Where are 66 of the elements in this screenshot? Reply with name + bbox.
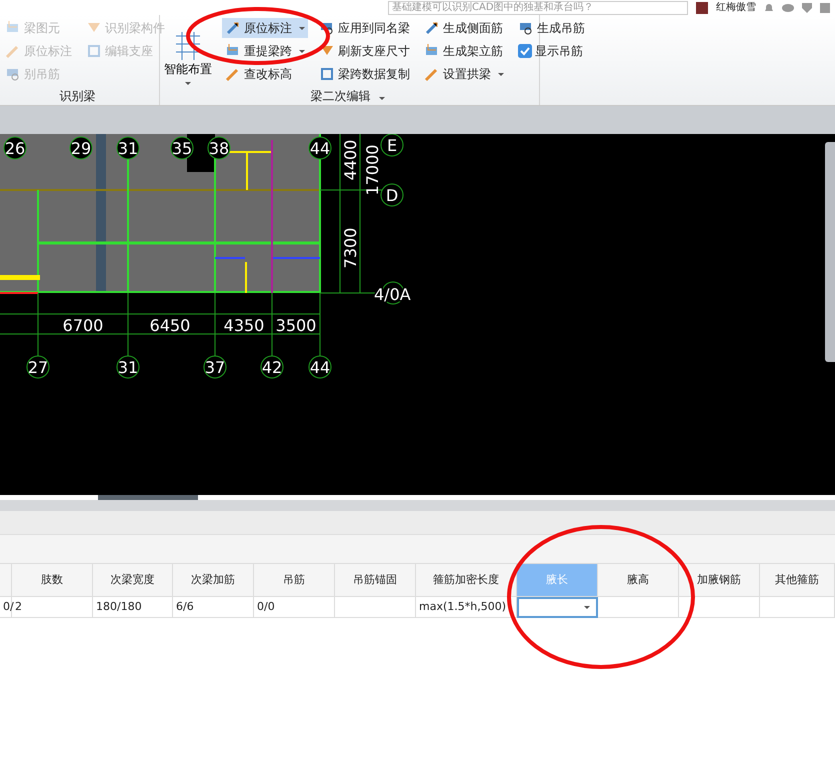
ribbon-button[interactable]: 设置拱梁 [421, 64, 507, 84]
chat-icon[interactable] [782, 2, 794, 12]
shield-icon[interactable] [802, 2, 812, 12]
column-header[interactable]: 其他箍筋 [760, 563, 835, 597]
dimension-text: 4400 [341, 140, 360, 180]
axis-marker: E [380, 134, 404, 156]
axis-marker: 26 [4, 136, 26, 160]
column-header[interactable]: 箍筋加密长度 [416, 563, 517, 597]
column-header[interactable]: 吊筋 [254, 563, 335, 597]
axis-marker: 35 [170, 136, 194, 160]
axis-marker: 31 [116, 136, 140, 160]
group-title[interactable]: 梁二次编辑 [162, 87, 533, 105]
dimension-text: 17000 [363, 144, 382, 196]
column-header[interactable]: 加腋钢筋 [679, 563, 760, 597]
square-icon[interactable] [820, 2, 830, 12]
table-cell: 0/0 [254, 597, 335, 618]
avatar-icon [696, 2, 708, 14]
dimension-text: 6450 [150, 316, 190, 335]
tool-icon [424, 66, 440, 82]
axis-marker: 44 [308, 136, 332, 160]
column-header[interactable]: 次梁加筋 [173, 563, 254, 597]
ribbon-button[interactable]: 刷新支座尺寸 [316, 41, 413, 61]
ribbon-button[interactable]: 原位标注 [222, 18, 308, 38]
column-header[interactable]: 肢数 [12, 563, 93, 597]
tool-icon [5, 43, 21, 59]
column-header[interactable]: 次梁宽度 [93, 563, 173, 597]
axis-marker: D [380, 184, 404, 206]
group-title: 识别梁 [58, 88, 96, 105]
column-header[interactable]: 腋高 [598, 563, 679, 597]
dimension-text: 4350 [224, 316, 264, 335]
axis-marker: 37 [204, 356, 226, 378]
ribbon-button[interactable]: 生成吊筋 [515, 18, 588, 38]
axis-marker: 31 [116, 356, 140, 378]
ribbon-button[interactable]: 梁跨数据复制 [316, 64, 413, 84]
bell-icon[interactable] [764, 2, 774, 12]
splitter-handle[interactable] [98, 495, 198, 500]
tool-icon [518, 20, 534, 36]
tool-icon [5, 66, 21, 82]
axis-marker: 44 [308, 356, 332, 378]
tool-icon [225, 20, 241, 36]
table-cell: 6/6 [173, 597, 254, 618]
tool-icon [225, 66, 241, 82]
column-header[interactable]: 吊筋锚固 [335, 563, 416, 597]
dropdown-field[interactable] [517, 597, 598, 618]
ribbon-button[interactable]: 查改标高 [222, 64, 308, 84]
tool-icon [424, 20, 440, 36]
dimension-text: 6700 [62, 316, 104, 335]
axis-marker: 38 [208, 136, 230, 160]
dimension-text: 3500 [276, 316, 316, 335]
table-cell: 180/180 [93, 597, 173, 618]
ribbon-button[interactable]: 显示吊筋 [515, 41, 588, 61]
tool-icon [319, 20, 335, 36]
ribbon-button[interactable]: 生成侧面筋 [421, 18, 507, 38]
tool-icon [86, 43, 102, 59]
ribbon-button[interactable]: 重提梁跨 [222, 41, 308, 61]
table-cell: 0/ [0, 597, 12, 618]
axis-marker: 27 [26, 356, 50, 378]
axis-marker: 42 [260, 356, 284, 378]
tool-icon [319, 66, 335, 82]
ribbon-button[interactable]: 生成架立筋 [421, 41, 507, 61]
ribbon-button[interactable]: 应用到同名梁 [316, 18, 413, 38]
dimension-text: 7300 [341, 228, 360, 268]
caret-icon [584, 606, 590, 609]
axis-marker: 29 [70, 136, 92, 160]
user-name[interactable]: 红梅傲雪 [716, 0, 756, 15]
checkbox[interactable] [518, 44, 532, 58]
